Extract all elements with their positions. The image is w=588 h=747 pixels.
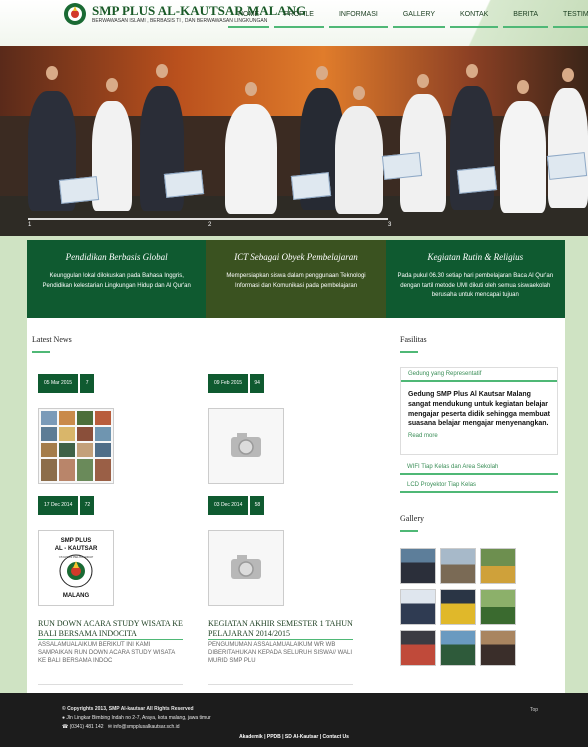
comment-count[interactable]: 94 bbox=[250, 374, 265, 393]
nav-kontak[interactable]: KONTAK bbox=[450, 11, 499, 28]
news-title-link[interactable]: KEGIATAN AKHIR SEMESTER 1 TAHUN PELAJARA… bbox=[208, 619, 353, 640]
news-thumbnail-logo[interactable]: SMP PLUS AL - KAUTSAR YAYASAN PELITA HID… bbox=[38, 530, 114, 606]
gallery-thumb[interactable] bbox=[400, 630, 436, 666]
slide-dot-2[interactable]: 2 bbox=[208, 222, 211, 228]
feature-text: Pada pukul 06.30 setiap hari pembelajara… bbox=[397, 273, 554, 299]
gallery-thumb[interactable] bbox=[440, 630, 476, 666]
svg-text:AL - KAUTSAR: AL - KAUTSAR bbox=[55, 546, 98, 552]
fasilitas-description: Gedung SMP Plus Al Kautsar Malang sangat… bbox=[408, 391, 550, 428]
phone-icon: ☎ bbox=[62, 724, 69, 730]
footer-email[interactable]: info@smpplusalkautsar.sch.id bbox=[113, 724, 179, 730]
feature-title: Kegiatan Rutin & Religius bbox=[427, 252, 524, 262]
nav-berita[interactable]: BERITA bbox=[503, 11, 549, 28]
fasilitas-item-lcd[interactable]: LCD Proyektor Tiap Kelas bbox=[400, 479, 558, 493]
svg-text:SMP PLUS: SMP PLUS bbox=[61, 538, 92, 544]
footer-phone: (0341) 481 142 bbox=[69, 724, 104, 730]
main-content: Latest News 05 Mar 2015 7 09 Feb 2015 94 bbox=[27, 318, 565, 693]
gallery-thumb[interactable] bbox=[440, 548, 476, 584]
gallery-thumb[interactable] bbox=[480, 589, 516, 625]
feature-ict: ICT Sebagai Obyek Pembelajaran Mempersia… bbox=[206, 240, 386, 318]
location-pin-icon: ● bbox=[62, 715, 66, 721]
alkautsar-logo-icon: SMP PLUS AL - KAUTSAR YAYASAN PELITA HID… bbox=[55, 538, 98, 599]
nav-informasi[interactable]: INFORMASI bbox=[328, 11, 388, 28]
footer-address: ● Jln Lingkar Bimbing Indah no 2-7, Aray… bbox=[62, 715, 211, 721]
gallery-title: Gallery bbox=[400, 514, 424, 523]
fasilitas-accordion-open: Gedung yang Representatif Gedung SMP Plu… bbox=[400, 367, 558, 455]
nav-testimoni[interactable]: TESTIMONI bbox=[553, 11, 588, 28]
news-thumbnail-placeholder[interactable] bbox=[208, 408, 284, 484]
news-thumbnail[interactable] bbox=[38, 408, 114, 484]
comment-count[interactable]: 72 bbox=[80, 496, 95, 515]
comment-count[interactable]: 58 bbox=[250, 496, 265, 515]
news-title-link[interactable]: RUN DOWN ACARA STUDY WISATA KE BALI BERS… bbox=[38, 619, 183, 640]
slider-progress bbox=[28, 218, 388, 220]
comment-count[interactable]: 7 bbox=[80, 374, 95, 393]
read-more-link[interactable]: Read more bbox=[401, 429, 557, 439]
latest-news-title: Latest News bbox=[32, 335, 72, 344]
gallery-thumb[interactable] bbox=[440, 589, 476, 625]
footer-copyright: © Copyrights 2013, SMP Al-kautsar All Ri… bbox=[62, 706, 194, 712]
camera-icon bbox=[231, 555, 261, 579]
feature-text: Mempersiapkan siswa dalam penggunaan Tek… bbox=[226, 273, 366, 289]
slide-dot-3[interactable]: 3 bbox=[388, 222, 391, 228]
camera-icon bbox=[231, 433, 261, 457]
email-icon: ✉ bbox=[107, 724, 112, 730]
news-date: 05 Mar 2015 bbox=[38, 374, 79, 393]
feature-title: Pendidikan Berbasis Global bbox=[65, 252, 168, 262]
back-to-top-link[interactable]: Top bbox=[530, 707, 538, 713]
hero-photo-background bbox=[0, 46, 588, 116]
footer-address-text: Jln Lingkar Bimbing Indah no 2-7, Araya,… bbox=[66, 715, 211, 721]
news-meta: 03 Dec 2014 58 bbox=[208, 496, 265, 515]
site-footer: © Copyrights 2013, SMP Al-kautsar All Ri… bbox=[0, 693, 588, 747]
fasilitas-item-wifi[interactable]: WIFI Tiap Kelas dan Area Sekolah bbox=[400, 461, 558, 475]
feature-text: Keunggulan lokal dilokuskan pada Bahasa … bbox=[42, 273, 191, 289]
news-meta: 17 Dec 2014 72 bbox=[38, 496, 95, 515]
footer-links[interactable]: Akademik | PPDB | SD Al-Kautsar | Contac… bbox=[0, 734, 588, 740]
slide-dot-1[interactable]: 1 bbox=[28, 222, 31, 228]
news-meta: 09 Feb 2015 94 bbox=[208, 374, 265, 393]
news-thumbnail-placeholder[interactable] bbox=[208, 530, 284, 606]
gallery-thumb[interactable] bbox=[480, 630, 516, 666]
main-nav: HOME PROFILE INFORMASI GALLERY KONTAK BE… bbox=[228, 11, 588, 28]
site-header: SMP PLUS AL-KAUTSAR MALANG BERWAWASAN IS… bbox=[0, 0, 588, 46]
feature-religius: Kegiatan Rutin & Religius Pada pukul 06.… bbox=[385, 240, 565, 318]
footer-contact: ☎ (0341) 481 142 ✉ info@smpplusalkautsar… bbox=[62, 724, 180, 730]
gallery-thumb[interactable] bbox=[400, 548, 436, 584]
gallery-thumb[interactable] bbox=[480, 548, 516, 584]
nav-gallery[interactable]: GALLERY bbox=[392, 11, 446, 28]
news-date: 09 Feb 2015 bbox=[208, 374, 249, 393]
nav-home[interactable]: HOME bbox=[228, 11, 269, 28]
news-meta: 05 Mar 2015 7 bbox=[38, 374, 95, 393]
feature-strip: Pendidikan Berbasis Global Keunggulan lo… bbox=[27, 240, 565, 318]
news-date: 17 Dec 2014 bbox=[38, 496, 79, 515]
svg-text:MALANG: MALANG bbox=[63, 593, 90, 599]
school-logo-icon[interactable] bbox=[62, 2, 88, 26]
svg-text:YAYASAN PELITA HIDUP: YAYASAN PELITA HIDUP bbox=[59, 555, 93, 559]
news-excerpt: ASSALAMUALAIKUM BERIKUT INI KAMI SAMPAIK… bbox=[38, 642, 175, 665]
fasilitas-item-gedung[interactable]: Gedung yang Representatif bbox=[401, 368, 557, 382]
feature-global: Pendidikan Berbasis Global Keunggulan lo… bbox=[27, 240, 207, 318]
feature-title: ICT Sebagai Obyek Pembelajaran bbox=[234, 252, 358, 262]
gallery-thumb[interactable] bbox=[400, 589, 436, 625]
nav-profile[interactable]: PROFILE bbox=[274, 11, 324, 28]
hero-slider[interactable]: 1 2 3 bbox=[0, 46, 588, 236]
fasilitas-title: Fasilitas bbox=[400, 335, 427, 344]
news-excerpt: PENGUMUMAN ASSALAMUALAIKUM WR WB DIBERIT… bbox=[208, 642, 353, 665]
news-date: 03 Dec 2014 bbox=[208, 496, 249, 515]
